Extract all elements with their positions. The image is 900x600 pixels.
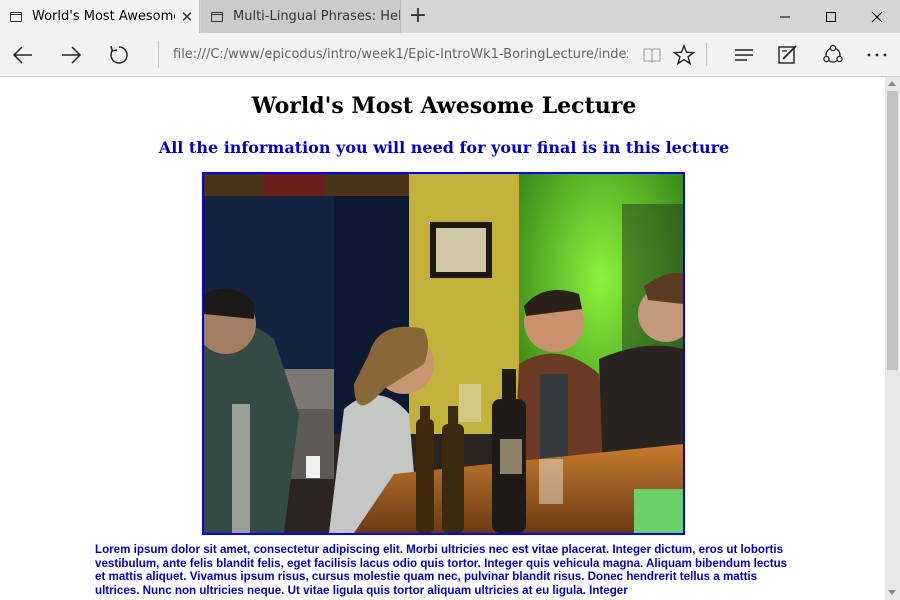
hub-button[interactable] (722, 33, 766, 76)
arrow-left-icon (12, 45, 32, 64)
refresh-button[interactable] (97, 33, 141, 76)
close-window-button[interactable] (854, 0, 900, 33)
refresh-icon (110, 45, 128, 64)
maximize-icon (826, 11, 836, 22)
photo-image (204, 174, 683, 533)
close-icon (871, 11, 883, 22)
page-subheading: All the information you will need for yo… (158, 138, 730, 157)
more-button[interactable] (855, 33, 899, 76)
address-bar[interactable]: file:///C:/www/epicodus/intro/week1/Epic… (158, 41, 628, 68)
navigation-bar: file:///C:/www/epicodus/intro/week1/Epic… (0, 33, 900, 77)
page-icon (10, 11, 22, 22)
maximize-button[interactable] (808, 0, 854, 33)
page-heading: World's Most Awesome Lecture (251, 93, 637, 119)
scroll-thumb[interactable] (887, 91, 898, 370)
arrow-right-icon (62, 45, 82, 64)
close-tab-icon[interactable]: ✕ (175, 8, 199, 26)
new-tab-button[interactable]: + (405, 0, 431, 33)
share-icon (823, 44, 843, 63)
pen-note-icon (778, 44, 797, 64)
back-button[interactable] (1, 33, 45, 76)
forward-button[interactable] (49, 33, 93, 76)
lecture-photo (202, 172, 685, 535)
share-button[interactable] (811, 33, 855, 76)
tab-worlds-most-awesome[interactable]: World's Most Awesome ✕ (0, 0, 200, 33)
tab-multi-lingual-phrases[interactable]: Multi-Lingual Phrases: Hello (201, 0, 401, 33)
page-icon (211, 11, 223, 22)
minimize-button[interactable] (762, 0, 808, 33)
vertical-scrollbar[interactable] (885, 77, 900, 600)
page-content: World's Most Awesome Lecture All the inf… (0, 77, 885, 600)
scroll-down-icon[interactable] (888, 590, 896, 595)
tab-strip: World's Most Awesome ✕ Multi-Lingual Phr… (0, 0, 900, 33)
star-icon (673, 43, 695, 65)
hub-lines-icon (735, 48, 753, 61)
minimize-icon (780, 16, 790, 17)
scroll-up-icon[interactable] (888, 81, 896, 86)
tab-title: World's Most Awesome (32, 9, 175, 24)
tab-title: Multi-Lingual Phrases: Hello (233, 9, 400, 24)
favorite-button[interactable] (662, 33, 706, 76)
web-note-button[interactable] (766, 33, 810, 76)
lecture-paragraph: Lorem ipsum dolor sit amet, consectetur … (95, 543, 788, 597)
ellipsis-icon (867, 53, 887, 56)
toolbar-separator (706, 43, 707, 66)
book-icon (643, 47, 661, 63)
